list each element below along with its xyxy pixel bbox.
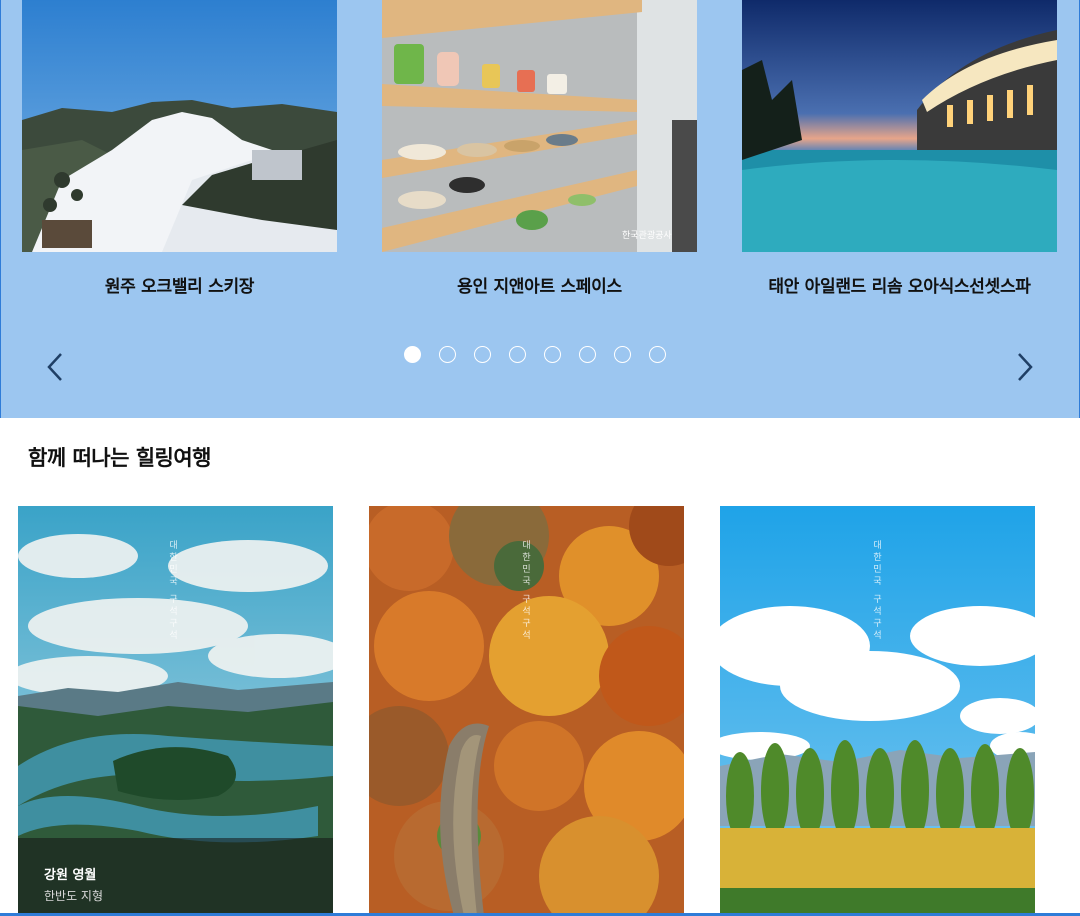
gallery-image: 한국관광공사 bbox=[382, 0, 697, 252]
ski-resort-image bbox=[22, 0, 337, 252]
vertical-watermark: 대한민국 구석구석 bbox=[520, 540, 530, 642]
carousel-slide[interactable]: 한국관광공사 용인 지앤아트 스페이스 bbox=[382, 0, 697, 297]
pagination-dot[interactable] bbox=[544, 346, 561, 363]
card-overlay: 강원 영월 한반도 지형 bbox=[18, 838, 333, 916]
pagination-dot[interactable] bbox=[649, 346, 666, 363]
carousel-prev-button[interactable] bbox=[41, 350, 71, 384]
card-place: 한반도 지형 bbox=[44, 889, 104, 903]
carousel-pagination bbox=[404, 346, 666, 363]
watermark-text: 한국관광공사 bbox=[622, 229, 672, 241]
pagination-dot[interactable] bbox=[404, 346, 421, 363]
chevron-right-icon bbox=[1009, 350, 1039, 384]
carousel-section: 원주 오크밸리 스키장 한국관광공사 용인 지앤아트 스페이스 태안 아일랜드 … bbox=[0, 0, 1080, 418]
carousel-next-button[interactable] bbox=[1009, 350, 1039, 384]
pagination-dot[interactable] bbox=[474, 346, 491, 363]
slide-caption: 원주 오크밸리 스키장 bbox=[104, 277, 255, 297]
vertical-watermark: 대한민국 구석구석 bbox=[871, 540, 881, 642]
card-region: 강원 영월 bbox=[44, 868, 97, 883]
pagination-dot[interactable] bbox=[509, 346, 526, 363]
slide-caption: 태안 아일랜드 리솜 오아식스선셋스파 bbox=[768, 277, 1031, 297]
pagination-dot[interactable] bbox=[579, 346, 596, 363]
slide-caption: 용인 지앤아트 스페이스 bbox=[457, 277, 622, 297]
healing-card[interactable]: 대한민국 구석구석 bbox=[720, 506, 1035, 916]
healing-card[interactable]: 대한민국 구석구석 강원 영월 한반도 지형 bbox=[18, 506, 333, 916]
pagination-dot[interactable] bbox=[439, 346, 456, 363]
infinity-pool-image bbox=[742, 0, 1057, 252]
section-title: 함께 떠나는 힐링여행 bbox=[28, 446, 212, 470]
carousel-slide[interactable]: 태안 아일랜드 리솜 오아식스선셋스파 bbox=[742, 0, 1057, 297]
healing-card[interactable]: 대한민국 구석구석 bbox=[369, 506, 684, 916]
pagination-dot[interactable] bbox=[614, 346, 631, 363]
chevron-left-icon bbox=[41, 350, 71, 384]
vertical-watermark: 대한민국 구석구석 bbox=[167, 540, 177, 642]
carousel-slide[interactable]: 원주 오크밸리 스키장 bbox=[22, 0, 337, 297]
